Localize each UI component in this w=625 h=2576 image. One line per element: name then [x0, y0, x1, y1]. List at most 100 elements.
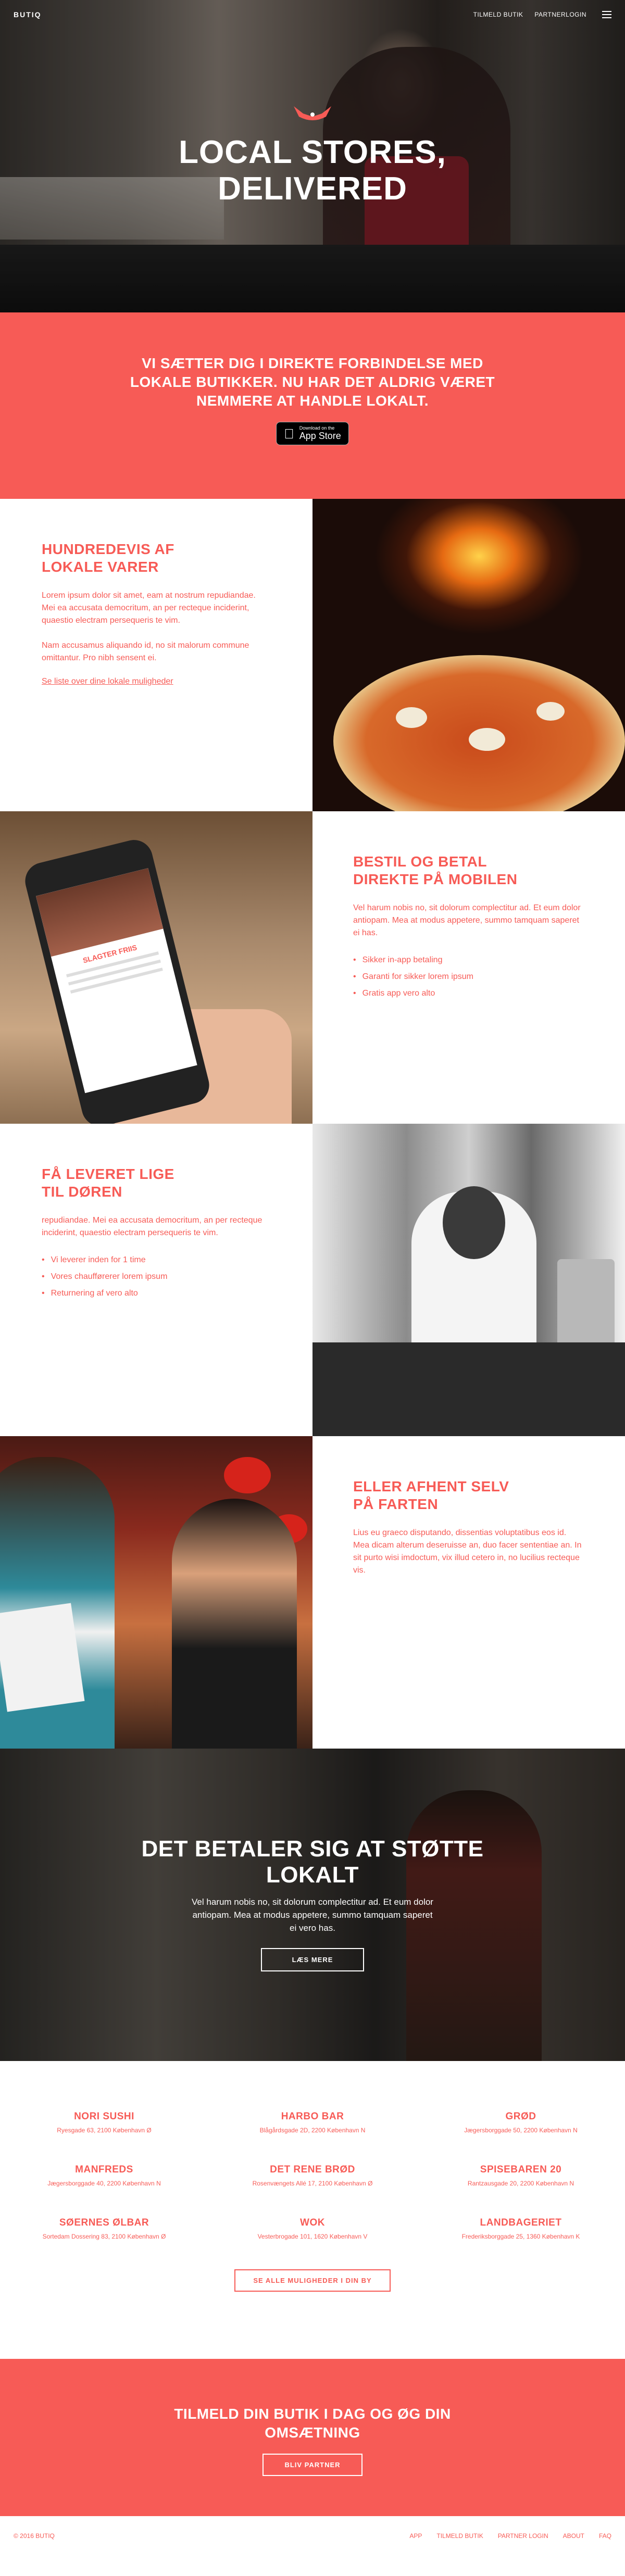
store-grid: NORI SUSHI Ryesgade 63, 2100 København Ø … — [0, 2111, 625, 2240]
store-name: HARBO BAR — [281, 2111, 344, 2122]
store-address: Blågårdsgade 2D, 2200 København N — [259, 2127, 366, 2134]
support-title-line1: DET BETALER SIG AT STØTTE — [141, 1836, 484, 1862]
store-address: Rantzausgade 20, 2200 København N — [467, 2180, 574, 2187]
feature-mobile-title-line2: DIREKTE PÅ MOBILEN — [353, 871, 518, 887]
footer: © 2016 BUTIQ APP TILMELD BUTIK PARTNER L… — [0, 2516, 625, 2556]
footer-link-app[interactable]: APP — [409, 2532, 422, 2540]
stores-section: NORI SUSHI Ryesgade 63, 2100 København Ø … — [0, 2061, 625, 2359]
top-navigation: BUTIQ TILMELD BUTIK PARTNERLOGIN — [0, 0, 625, 29]
list-item: Vi leverer inden for 1 time — [42, 1252, 271, 1268]
feature-products-paragraph-1: Lorem ipsum dolor sit amet, eam at nostr… — [42, 591, 256, 625]
list-item: Gratis app vero alto — [353, 985, 583, 1002]
phone-screen: SLAGTER FRIIS — [35, 868, 197, 1094]
store-card[interactable]: NORI SUSHI Ryesgade 63, 2100 København Ø — [0, 2111, 208, 2134]
store-card[interactable]: MANFREDS Jægersborggade 40, 2200 Københav… — [0, 2164, 208, 2187]
feature-mobile-title-line1: BESTIL OG BETAL — [353, 853, 487, 870]
feature-pickup-text: ELLER AFHENT SELV PÅ FARTEN Lius eu grae… — [312, 1436, 625, 1749]
mozzarella-spot — [469, 728, 505, 751]
list-item: Sikker in-app betaling — [353, 952, 583, 969]
store-address: Rosenvængets Allé 17, 2100 København Ø — [252, 2180, 373, 2187]
footer-link-partner-login[interactable]: PARTNER LOGIN — [498, 2532, 548, 2540]
chef-head — [443, 1186, 505, 1259]
mozzarella-spot — [536, 702, 565, 721]
app-store-small-text: Download on the — [294, 425, 335, 431]
feature-products-title-line2: LOKALE VARER — [42, 559, 159, 575]
store-card[interactable]: LANDBAGERIET Frederiksborggade 25, 1360 K… — [417, 2217, 625, 2240]
store-name: NORI SUSHI — [74, 2111, 134, 2122]
support-title-line2: LOKALT — [266, 1862, 359, 1888]
store-card[interactable]: SPISEBAREN 20 Rantzausgade 20, 2200 Køben… — [417, 2164, 625, 2187]
store-address: Jægersborggade 40, 2200 København N — [47, 2180, 161, 2187]
footer-link-signup-store[interactable]: TILMELD BUTIK — [436, 2532, 483, 2540]
footer-link-about[interactable]: ABOUT — [563, 2532, 584, 2540]
feature-mobile: SLAGTER FRIIS BESTIL OG BETAL DIREKTE PÅ… — [0, 811, 625, 1124]
feature-delivery-list: Vi leverer inden for 1 time Vores chauff… — [42, 1252, 271, 1302]
store-name: WOK — [300, 2217, 325, 2228]
app-store-big-text: App Store — [294, 431, 341, 441]
signup-title-line2: OMSÆTNING — [265, 2424, 360, 2441]
store-card[interactable]: HARBO BAR Blågårdsgade 2D, 2200 København… — [208, 2111, 417, 2134]
local-options-link[interactable]: Se liste over dine lokale muligheder — [42, 677, 173, 686]
store-card[interactable]: GRØD Jægersborggade 50, 2200 København N — [417, 2111, 625, 2134]
feature-pickup-paragraph: Lius eu graeco disputando, dissentias vo… — [353, 1528, 582, 1575]
feature-mobile-title: BESTIL OG BETAL DIREKTE PÅ MOBILEN — [353, 853, 583, 888]
feature-delivery-title: FÅ LEVERET LIGE TIL DØREN — [42, 1165, 271, 1201]
feature-delivery: FÅ LEVERET LIGE TIL DØREN repudiandae. M… — [0, 1124, 625, 1436]
support-local-section: DET BETALER SIG AT STØTTE LOKALT Vel har… — [0, 1749, 625, 2061]
app-store-button[interactable]:  Download on the App Store — [276, 422, 349, 445]
store-address: Vesterbrogade 101, 1620 København V — [257, 2233, 368, 2240]
see-all-options-button[interactable]: SE ALLE MULIGHEDER I DIN BY — [234, 2269, 391, 2292]
nav-signup-store-link[interactable]: TILMELD BUTIK — [473, 11, 523, 18]
store-name: LANDBAGERIET — [480, 2217, 562, 2228]
intro-banner: VI SÆTTER DIG I DIREKTE FORBINDELSE MED … — [0, 312, 625, 499]
feature-products-paragraph-2: Nam accusamus aliquando id, no sit malor… — [42, 641, 249, 662]
copyright: © 2016 BUTIQ — [14, 2532, 55, 2540]
lantern — [224, 1457, 271, 1493]
phone-in-hand-photo: SLAGTER FRIIS — [0, 811, 312, 1124]
woman — [172, 1499, 297, 1749]
feature-delivery-title-line1: FÅ LEVERET LIGE — [42, 1166, 174, 1182]
feature-pickup: ELLER AFHENT SELV PÅ FARTEN Lius eu grae… — [0, 1436, 625, 1749]
support-title: DET BETALER SIG AT STØTTE LOKALT — [0, 1836, 625, 1888]
menu-icon[interactable] — [602, 11, 611, 18]
signup-title: TILMELD DIN BUTIK I DAG OG ØG DIN OMSÆTN… — [0, 2405, 625, 2442]
feature-mobile-list: Sikker in-app betaling Garanti for sikke… — [353, 952, 583, 1002]
store-card[interactable]: DET RENE BRØD Rosenvængets Allé 17, 2100 … — [208, 2164, 417, 2187]
hero-title-line1: LOCAL STORES, — [179, 134, 446, 170]
footer-link-faq[interactable]: FAQ — [599, 2532, 611, 2540]
store-address: Jægersborggade 50, 2200 København N — [464, 2127, 578, 2134]
list-item: Returnering af vero alto — [42, 1285, 271, 1302]
feature-mobile-text: BESTIL OG BETAL DIREKTE PÅ MOBILEN Vel h… — [312, 811, 625, 1124]
feature-mobile-paragraph: Vel harum nobis no, sit dolorum complect… — [353, 903, 581, 937]
chef-photo — [312, 1124, 625, 1436]
store-name: DET RENE BRØD — [270, 2164, 355, 2175]
nav-partner-login-link[interactable]: PARTNERLOGIN — [534, 11, 586, 18]
list-item: Garanti for sikker lorem ipsum — [353, 969, 583, 985]
pizza-photo — [312, 499, 625, 811]
become-partner-button[interactable]: BLIV PARTNER — [262, 2454, 362, 2476]
logo[interactable]: BUTIQ — [14, 10, 42, 19]
banner-line2: LOKALE BUTIKKER. NU HAR DET ALDRIG VÆRET — [130, 374, 495, 390]
apple-icon:  — [284, 427, 294, 441]
store-card[interactable]: SØERNES ØLBAR Sortedam Dossering 83, 2100… — [0, 2217, 208, 2240]
support-content: DET BETALER SIG AT STØTTE LOKALT Vel har… — [0, 1836, 625, 1971]
feature-products-title-line1: HUNDREDEVIS AF — [42, 541, 174, 557]
feature-delivery-text: FÅ LEVERET LIGE TIL DØREN repudiandae. M… — [0, 1124, 312, 1436]
cart — [312, 1342, 625, 1436]
banner-text: VI SÆTTER DIG I DIREKTE FORBINDELSE MED … — [0, 354, 625, 410]
see-all-wrapper: SE ALLE MULIGHEDER I DIN BY — [0, 2269, 625, 2292]
store-name: GRØD — [505, 2111, 536, 2122]
feature-delivery-title-line2: TIL DØREN — [42, 1184, 122, 1200]
list-item: Vores chaufførerer lorem ipsum — [42, 1268, 271, 1285]
banner-line3: NEMMERE AT HANDLE LOKALT. — [196, 393, 429, 409]
feature-pickup-title: ELLER AFHENT SELV PÅ FARTEN — [353, 1478, 583, 1513]
signup-section: TILMELD DIN BUTIK I DAG OG ØG DIN OMSÆTN… — [0, 2359, 625, 2516]
feature-delivery-paragraph: repudiandae. Mei ea accusata democritum,… — [42, 1216, 262, 1237]
store-address: Sortedam Dossering 83, 2100 København Ø — [42, 2233, 166, 2240]
signup-title-line1: TILMELD DIN BUTIK I DAG OG ØG DIN — [174, 2406, 451, 2422]
store-card[interactable]: WOK Vesterbrogade 101, 1620 København V — [208, 2217, 417, 2240]
read-more-button[interactable]: LÆS MERE — [260, 1948, 365, 1971]
store-address: Ryesgade 63, 2100 København Ø — [57, 2127, 152, 2134]
feature-pickup-title-line1: ELLER AFHENT SELV — [353, 1478, 509, 1494]
header-nav: TILMELD BUTIK PARTNERLOGIN — [473, 11, 611, 18]
